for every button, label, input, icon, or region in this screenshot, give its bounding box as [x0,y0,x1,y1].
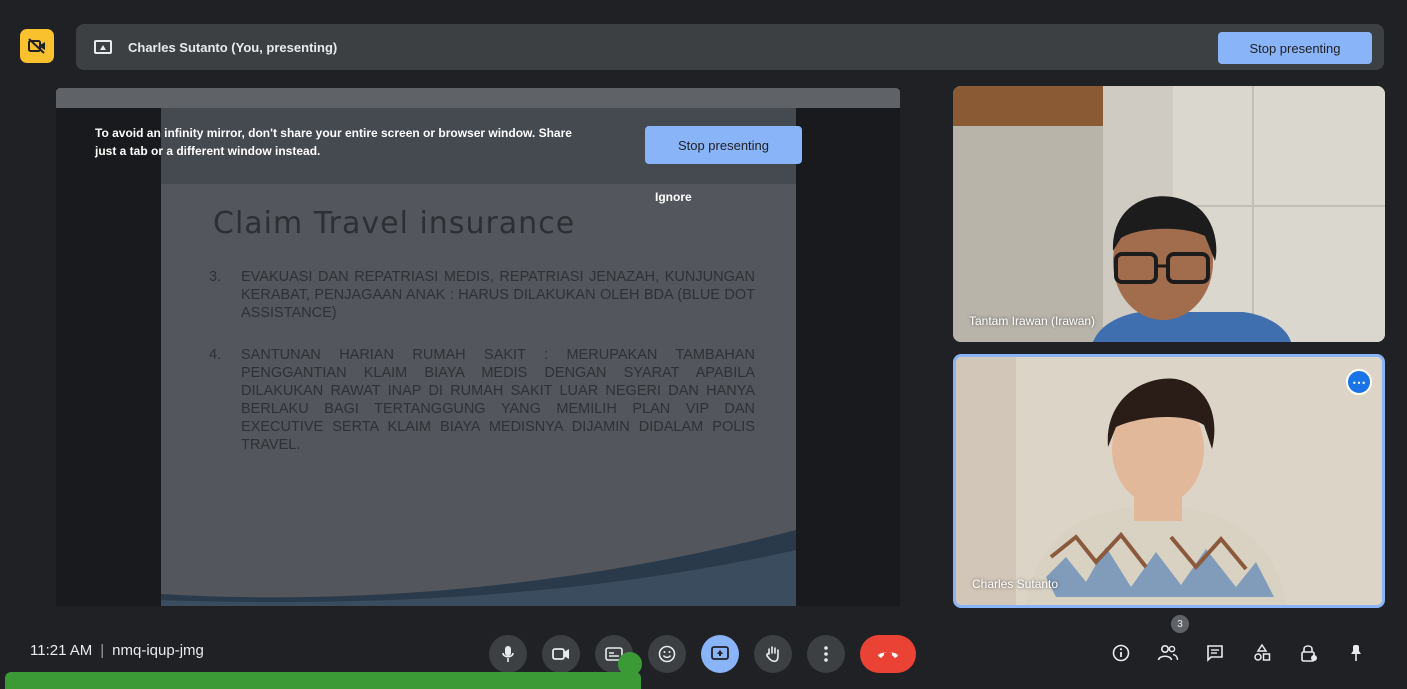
host-controls-button[interactable] [1294,638,1324,668]
ignore-button[interactable]: Ignore [655,190,692,204]
infinity-mirror-warning: To avoid an infinity mirror, don't share… [95,126,572,158]
overlay-green-knob [618,652,642,676]
clock-time: 11:21 AM [30,642,93,659]
slide-item-number: 3. [209,269,222,285]
presentation-stage: Claim Travel insurance 3. Evakuasi dan r… [56,88,900,606]
meeting-code: nmq-iqup-jmg [112,642,204,659]
slide-item-text: Santunan harian rumah sakit : merupakan … [241,347,755,453]
meeting-info-text: 11:21 AM | nmq-iqup-jmg [30,642,204,659]
slide-title: Claim Travel insurance [213,206,576,241]
chat-icon [1207,645,1223,662]
camera-icon [552,648,569,660]
stop-presenting-button[interactable]: Stop presenting [645,126,802,164]
camera-button[interactable] [542,635,580,673]
stop-presenting-button-top[interactable]: Stop presenting [1218,32,1372,64]
top-bar: Charles Sutanto (You, presenting) Stop p… [20,24,1384,70]
participant-video [953,86,1385,342]
host-controls-icon [1301,645,1317,662]
camera-off-icon [20,29,54,63]
info-icon [1112,644,1130,662]
separator: | [100,642,105,659]
present-now-button[interactable] [701,635,739,673]
end-call-icon [878,652,898,658]
participant-name: Charles Sutanto [972,577,1059,591]
participant-name: Tantam Irawan (Irawan) [969,314,1096,328]
people-icon [1157,644,1179,661]
overlay-green-bar [5,672,641,689]
more-options-button[interactable] [807,635,845,673]
raise-hand-icon [766,646,779,663]
presenting-banner: Charles Sutanto (You, presenting) Stop p… [76,24,1384,70]
people-button[interactable] [1153,638,1183,668]
slide-item-number: 4. [209,347,222,363]
activities-button[interactable] [1247,638,1277,668]
emoji-icon [658,645,676,663]
activities-icon [1254,644,1271,661]
microphone-icon [502,646,514,662]
slide-item-text: Evakuasi dan repatriasi medis, repatrias… [241,269,755,321]
shared-slide: Claim Travel insurance 3. Evakuasi dan r… [161,108,796,606]
present-icon [711,646,729,660]
raise-hand-button[interactable] [754,635,792,673]
stage-top-strip [56,88,900,108]
more-options-icon[interactable]: ⋯ [1346,369,1372,395]
participant-video [956,357,1382,605]
meeting-details-button[interactable] [1106,638,1136,668]
microphone-button[interactable] [489,635,527,673]
people-count-badge: 3 [1171,615,1189,633]
slide-item: 3. Evakuasi dan repatriasi medis, repatr… [209,268,755,322]
presenting-title: Charles Sutanto (You, presenting) [128,39,338,55]
slide-wave-decoration [161,530,796,606]
slide-item: 4. Santunan harian rumah sakit : merupak… [209,346,755,454]
pin-button[interactable] [1341,638,1371,668]
pin-icon [1351,645,1361,661]
participant-tile-self[interactable]: ⋯ Charles Sutanto [953,354,1385,608]
emoji-button[interactable] [648,635,686,673]
chat-button[interactable] [1200,638,1230,668]
participant-tile[interactable]: Tantam Irawan (Irawan) [953,86,1385,342]
more-options-icon [824,646,828,662]
present-screen-icon [94,40,112,54]
end-call-button[interactable] [860,635,916,673]
